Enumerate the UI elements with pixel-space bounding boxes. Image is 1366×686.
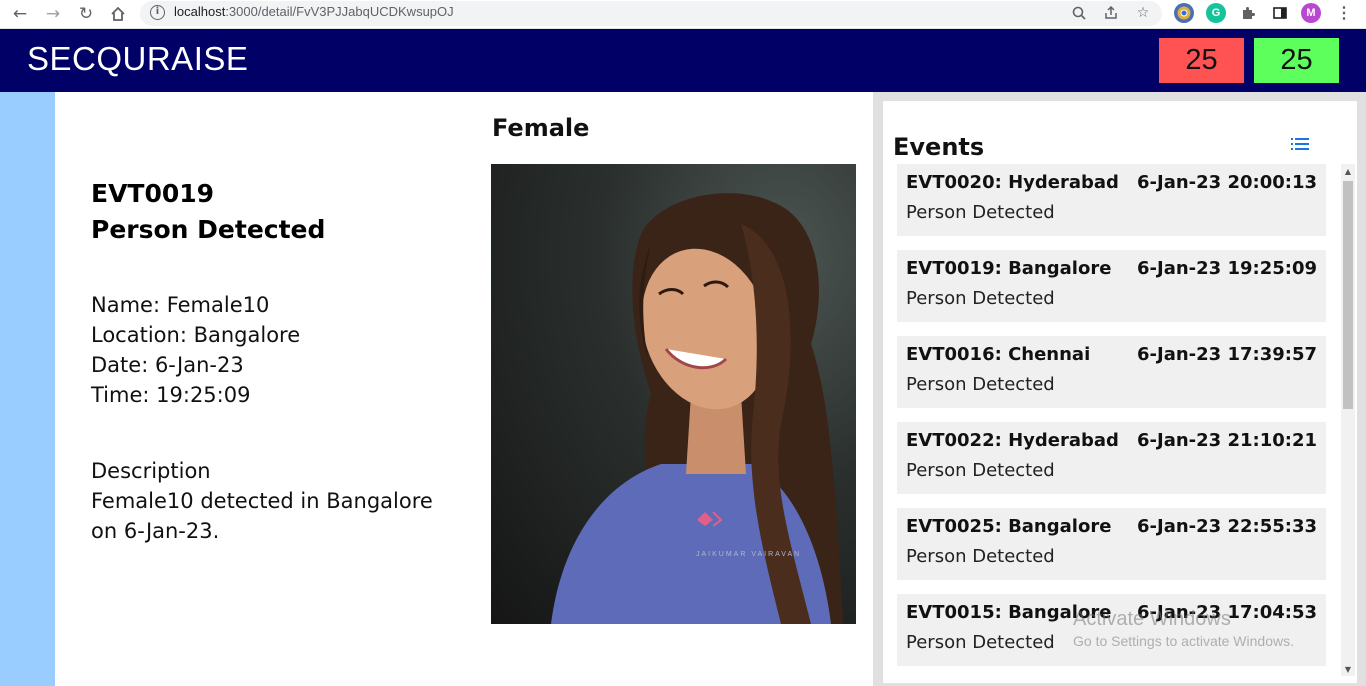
event-time: Time: 19:25:09 [91,383,251,407]
event-date: Date: 6-Jan-23 [91,353,244,377]
event-item-type: Person Detected [906,374,1055,395]
event-heading: EVT0019 Person Detected [91,176,325,248]
brand-logo[interactable]: SECQURAISE [27,40,248,78]
event-item-timestamp: 6-Jan-23 21:10:21 [1137,430,1317,451]
event-item-title: EVT0025: Bangalore [906,516,1112,537]
windows-activation-watermark: Activate Windows Go to Settings to activ… [1073,608,1294,649]
reload-icon[interactable]: ↻ [74,2,98,26]
event-item-timestamp: 6-Jan-23 20:00:13 [1137,172,1317,193]
share-icon[interactable] [1102,4,1120,22]
event-item-type: Person Detected [906,288,1055,309]
event-list-item[interactable]: EVT0016: Chennai 6-Jan-23 17:39:57 Perso… [897,336,1326,408]
browser-menu-icon[interactable]: ⋮ [1334,3,1354,23]
back-arrow-icon[interactable]: ← [8,2,32,26]
events-scrollbar[interactable]: ▲ ▼ [1341,164,1355,676]
url-text: localhost:3000/detail/FvV3PJJabqUCDKwsup… [174,4,454,19]
event-id: EVT0019 [91,179,215,208]
gender-label: Female [492,114,590,142]
zoom-icon[interactable] [1070,4,1088,22]
event-item-timestamp: 6-Jan-23 19:25:09 [1137,258,1317,279]
watermark-line2: Go to Settings to activate Windows. [1073,633,1294,649]
event-item-title: EVT0022: Hyderabad [906,430,1119,451]
person-name: Name: Female10 [91,293,270,317]
photo-credit: JAIKUMAR VAIRAVAN [696,551,801,558]
browser-toolbar: ← → ↻ i localhost:3000/detail/FvV3PJJabq… [0,0,1366,29]
alert-counter-red[interactable]: 25 [1159,38,1244,83]
event-item-type: Person Detected [906,546,1055,567]
list-view-icon[interactable] [1291,137,1309,151]
description-text: Female10 detected in Bangalore on 6-Jan-… [91,489,433,543]
event-list-item[interactable]: EVT0019: Bangalore 6-Jan-23 19:25:09 Per… [897,250,1326,322]
event-item-timestamp: 6-Jan-23 17:39:57 [1137,344,1317,365]
events-title: Events [893,133,985,161]
extensions-puzzle-icon[interactable] [1238,3,1258,23]
event-info: Name: Female10 Location: Bangalore Date:… [91,290,300,410]
events-sidebar: Events EVT0020: Hyderabad 6-Jan-23 20:00… [873,92,1366,686]
event-type: Person Detected [91,215,326,244]
grammarly-icon[interactable]: G [1206,3,1226,23]
watermark-line1: Activate Windows [1073,608,1231,630]
event-item-title: EVT0019: Bangalore [906,258,1112,279]
event-item-type: Person Detected [906,460,1055,481]
person-photo: JAIKUMAR VAIRAVAN [491,164,856,624]
event-list-item[interactable]: EVT0020: Hyderabad 6-Jan-23 20:00:13 Per… [897,164,1326,236]
scroll-up-icon[interactable]: ▲ [1341,164,1355,178]
left-sidebar [0,92,55,686]
site-info-icon[interactable]: i [150,5,165,20]
scroll-down-icon[interactable]: ▼ [1341,662,1355,676]
event-item-title: EVT0016: Chennai [906,344,1091,365]
event-item-type: Person Detected [906,632,1055,653]
event-item-type: Person Detected [906,202,1055,223]
side-panel-icon[interactable] [1270,3,1290,23]
event-item-title: EVT0020: Hyderabad [906,172,1119,193]
forward-arrow-icon[interactable]: → [41,2,65,26]
home-icon[interactable] [106,2,130,26]
events-card: Events EVT0020: Hyderabad 6-Jan-23 20:00… [883,101,1357,683]
profile-avatar[interactable]: M [1301,3,1321,23]
extension-chrome-icon[interactable] [1174,3,1194,23]
events-list: EVT0020: Hyderabad 6-Jan-23 20:00:13 Per… [897,164,1327,676]
event-list-item[interactable]: EVT0022: Hyderabad 6-Jan-23 21:10:21 Per… [897,422,1326,494]
event-list-item[interactable]: EVT0025: Bangalore 6-Jan-23 22:55:33 Per… [897,508,1326,580]
event-item-timestamp: 6-Jan-23 22:55:33 [1137,516,1317,537]
description-label: Description [91,459,211,483]
event-location: Location: Bangalore [91,323,301,347]
event-detail-panel: EVT0019 Person Detected Name: Female10 L… [55,92,873,686]
alert-counter-green[interactable]: 25 [1254,38,1339,83]
address-bar[interactable]: i localhost:3000/detail/FvV3PJJabqUCDKws… [140,1,1162,26]
bookmark-star-icon[interactable]: ☆ [1134,4,1152,22]
app-header: SECQURAISE 25 25 [0,29,1366,92]
description-block: Description Female10 detected in Bangalo… [91,456,461,546]
scrollbar-thumb[interactable] [1343,181,1353,409]
